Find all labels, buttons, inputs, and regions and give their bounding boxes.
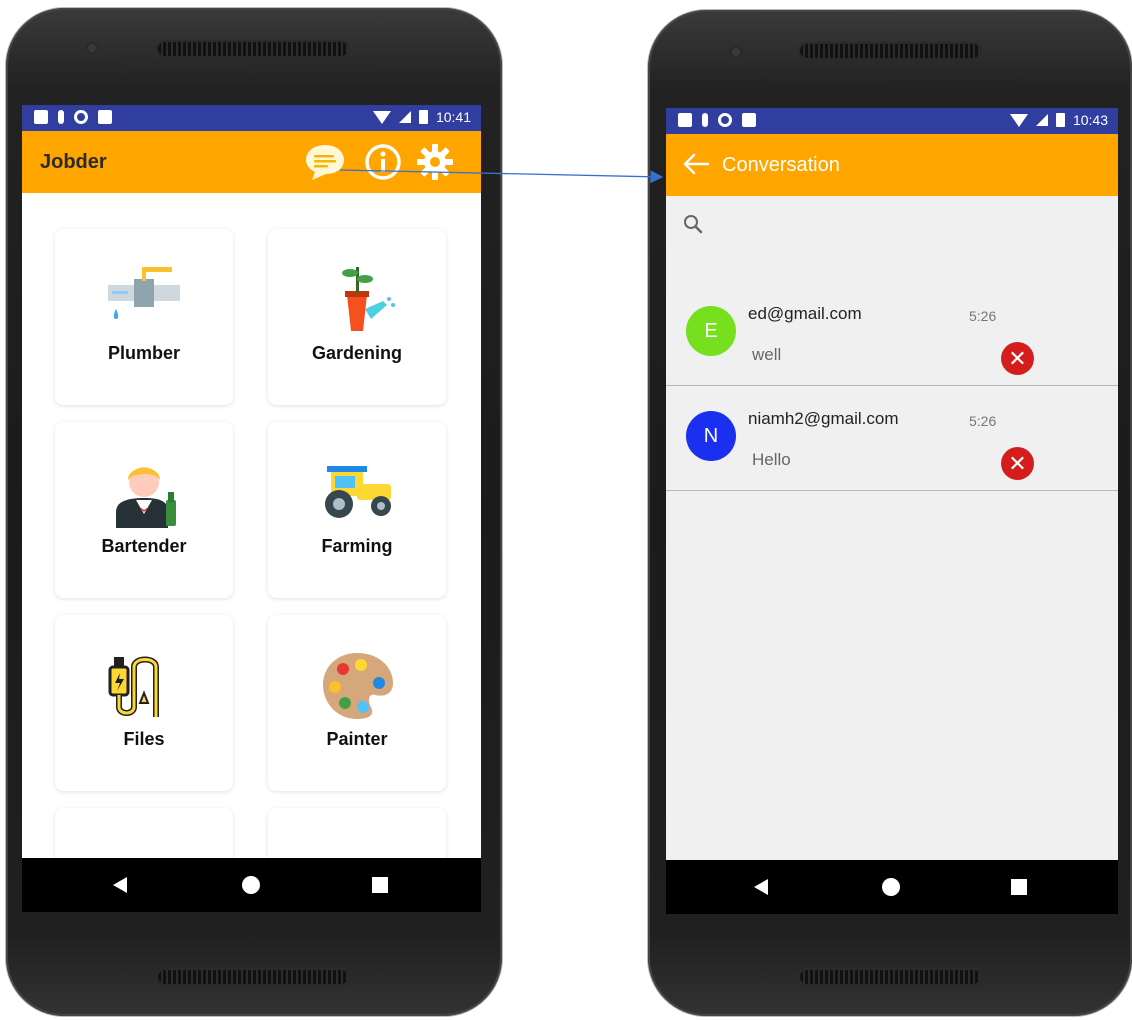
tile-plumber[interactable]: Plumber: [55, 229, 233, 405]
electric-cable-icon: [108, 656, 159, 717]
app-bar: Conversation: [666, 134, 1118, 196]
conversation-row[interactable]: N niamh2@gmail.com 5:26 Hello ✕: [666, 387, 1118, 491]
circle-notification-icon: [74, 110, 88, 124]
gmail-notification-icon: [34, 110, 48, 124]
battery-icon: [1055, 113, 1065, 127]
tile-label: Farming: [321, 536, 393, 556]
sd-card-notification-icon: [98, 110, 112, 124]
chat-bubble-icon[interactable]: [304, 141, 346, 183]
status-clock: 10:43: [1072, 112, 1108, 128]
gmail-notification-icon: [678, 113, 692, 127]
back-nav-icon[interactable]: [754, 879, 768, 895]
conversation-time: 5:26: [969, 413, 997, 429]
tile-gardening[interactable]: Gardening: [268, 229, 446, 405]
bottom-speaker: [800, 970, 980, 984]
status-bar: 10:43: [666, 108, 1118, 134]
wifi-icon: [1009, 113, 1028, 127]
close-icon: ✕: [1008, 346, 1027, 371]
phone-frame-right: 10:43 Conversation E ed@gmail.com 5:26 w…: [648, 10, 1132, 1016]
page-title: Conversation: [722, 154, 840, 176]
tile-label: Gardening: [311, 343, 402, 363]
tile-label: Painter: [326, 729, 388, 749]
tile-label: Plumber: [107, 343, 181, 363]
avatar: E: [686, 306, 736, 356]
top-speaker: [800, 44, 980, 58]
keyhole-notification-icon: [58, 110, 64, 124]
wifi-icon: [372, 110, 391, 124]
notification-icons: [678, 113, 756, 127]
avatar: N: [686, 411, 736, 461]
home-nav-icon[interactable]: [882, 878, 900, 896]
conversation-message: well: [752, 345, 782, 364]
bartender-icon: [116, 467, 176, 528]
tile-label: Files: [123, 729, 165, 749]
tile-label: Bartender: [101, 536, 187, 556]
back-arrow-icon[interactable]: [682, 152, 710, 176]
job-category-grid: Plumber Gardening Bartender Farming File…: [22, 193, 481, 912]
app-bar: Jobder: [22, 131, 481, 193]
delete-conversation-button[interactable]: ✕: [1001, 342, 1034, 375]
conversation-time: 5:26: [969, 308, 997, 324]
keyhole-notification-icon: [702, 113, 708, 127]
recents-nav-icon[interactable]: [372, 877, 388, 893]
plant-watering-can-icon: [342, 267, 395, 331]
navigation-bar: [666, 860, 1118, 914]
front-camera: [88, 44, 96, 52]
circle-notification-icon: [718, 113, 732, 127]
app-title: Jobder: [40, 151, 107, 173]
status-bar: 10:41: [22, 105, 481, 131]
signal-icon: [1035, 114, 1048, 126]
tile-farming[interactable]: Farming: [268, 422, 446, 598]
status-clock: 10:41: [435, 109, 471, 125]
sd-card-notification-icon: [742, 113, 756, 127]
home-screen: 10:41 Jobder Plumber Gardening Bartender…: [22, 105, 481, 912]
signal-icon: [398, 111, 411, 123]
phone-frame-left: 10:41 Jobder Plumber Gardening Bartender…: [6, 8, 502, 1016]
tile-bartender[interactable]: Bartender: [55, 422, 233, 598]
front-camera: [732, 48, 740, 56]
navigation-bar: [22, 858, 481, 912]
delete-conversation-button[interactable]: ✕: [1001, 447, 1034, 480]
bottom-speaker: [158, 970, 348, 984]
close-icon: ✕: [1008, 451, 1027, 476]
tractor-icon: [325, 466, 391, 518]
top-speaker: [158, 42, 348, 56]
status-right: 10:41: [372, 109, 471, 125]
home-nav-icon[interactable]: [242, 876, 260, 894]
recents-nav-icon[interactable]: [1011, 879, 1027, 895]
conversation-email: ed@gmail.com: [748, 304, 862, 323]
conversation-email: niamh2@gmail.com: [748, 409, 899, 428]
paint-palette-icon: [323, 653, 393, 719]
status-right: 10:43: [1009, 112, 1108, 128]
battery-icon: [418, 110, 428, 124]
conversation-message: Hello: [752, 450, 791, 469]
faucet-pipe-icon: [108, 267, 180, 319]
tile-files[interactable]: Files: [55, 615, 233, 791]
search-icon[interactable]: [682, 213, 704, 235]
tile-painter[interactable]: Painter: [268, 615, 446, 791]
info-icon[interactable]: [362, 141, 404, 183]
gear-icon[interactable]: [414, 141, 456, 183]
conversation-screen: 10:43 Conversation E ed@gmail.com 5:26 w…: [666, 108, 1118, 914]
notification-icons: [34, 110, 112, 124]
conversation-row[interactable]: E ed@gmail.com 5:26 well ✕: [666, 282, 1118, 386]
back-nav-icon[interactable]: [113, 877, 127, 893]
